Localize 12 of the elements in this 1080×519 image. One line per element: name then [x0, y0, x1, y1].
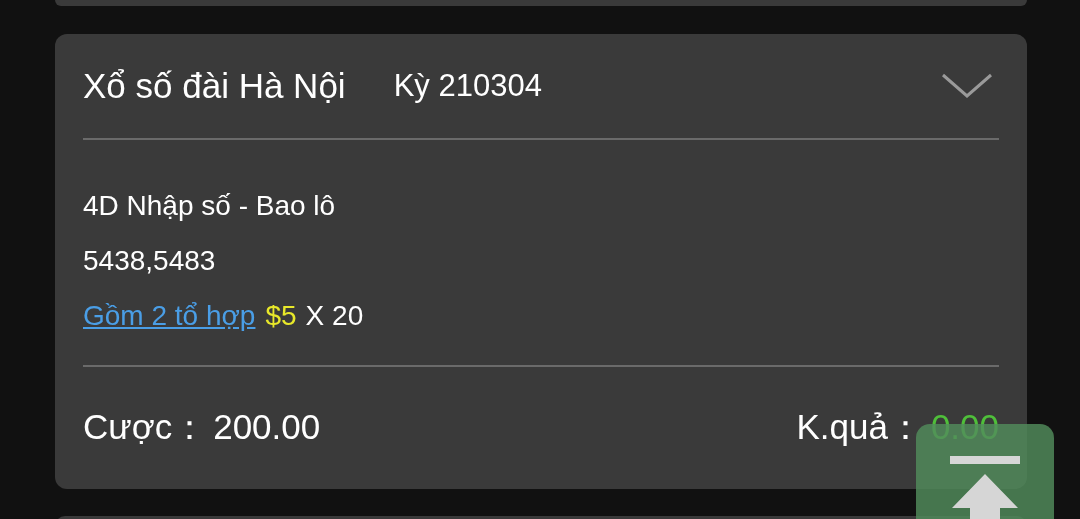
scroll-to-top-icon	[948, 456, 1022, 519]
bet-label: Cược：	[83, 405, 208, 448]
multiplier: X 20	[305, 299, 364, 332]
chevron-down-icon[interactable]	[941, 73, 993, 99]
bet-value: 200.00	[213, 407, 321, 447]
bet-numbers: 5438,5483	[83, 244, 216, 277]
lottery-title: Xổ số đài Hà Nội	[83, 66, 346, 106]
period-label: Kỳ 210304	[393, 68, 542, 104]
combination-link[interactable]: Gồm 2 tổ hợp	[83, 299, 256, 332]
bet-type: 4D Nhập số - Bao lô	[83, 189, 336, 222]
bet-amount: $5	[265, 299, 297, 332]
result-label: K.quả：	[796, 405, 923, 448]
